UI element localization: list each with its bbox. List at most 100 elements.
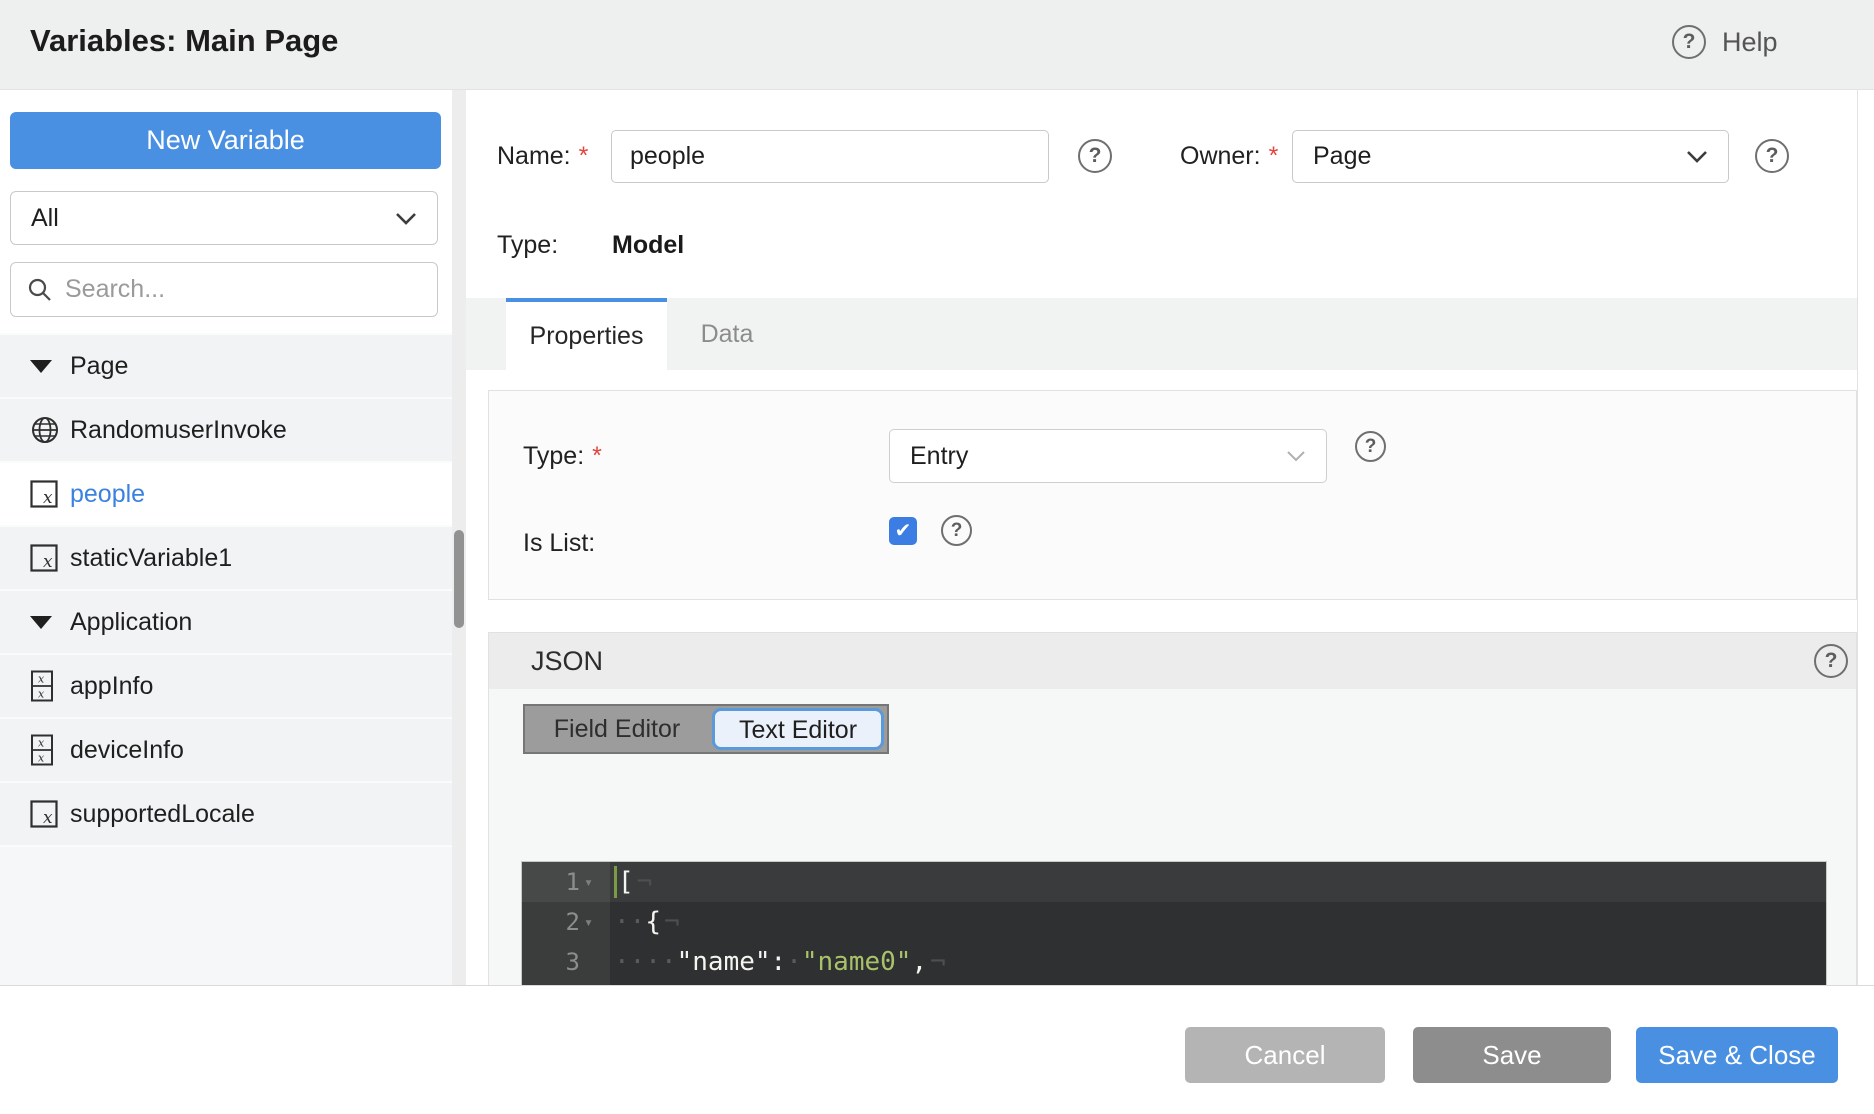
- panel-right-border: [1857, 90, 1858, 985]
- owner-dropdown[interactable]: Page: [1292, 130, 1729, 183]
- dialog-footer: Cancel Save Save & Close: [0, 985, 1874, 1114]
- code-line-1[interactable]: 1▾ [¬: [522, 862, 1826, 902]
- tab-bar: Properties Data: [466, 298, 1857, 370]
- owner-help-icon[interactable]: ?: [1755, 139, 1789, 173]
- line-end-marker: ¬: [930, 947, 946, 977]
- svg-text:x: x: [43, 808, 53, 828]
- chevron-down-icon: [395, 212, 417, 225]
- sidebar-scrollbar-thumb[interactable]: [454, 530, 464, 628]
- tab-properties[interactable]: Properties: [506, 298, 667, 370]
- code-line-2[interactable]: 2▾ ··{¬: [522, 902, 1826, 942]
- sidebar-item-staticVariable1[interactable]: x staticVariable1: [0, 527, 452, 591]
- required-asterisk: *: [1269, 142, 1279, 170]
- line-end-marker: ¬: [664, 907, 680, 937]
- owner-label: Owner:*: [1180, 142, 1278, 171]
- search-box[interactable]: [10, 262, 438, 317]
- save-and-close-button[interactable]: Save & Close: [1636, 1027, 1838, 1083]
- entry-type-value: Entry: [910, 442, 1286, 471]
- properties-panel: Type:* Entry ? Is List: ✔ ?: [488, 390, 1857, 600]
- sidebar-scrollbar-track[interactable]: [452, 90, 466, 985]
- help-label: Help: [1722, 27, 1778, 58]
- variable-icon: x: [30, 480, 58, 508]
- sidebar-item-Page[interactable]: Page: [0, 335, 452, 399]
- is-list-checkbox[interactable]: ✔: [889, 517, 917, 545]
- is-list-help-icon[interactable]: ?: [941, 515, 972, 546]
- code-line-3[interactable]: 3 ····"name":·"name0",¬: [522, 942, 1826, 982]
- variable-icon: x: [30, 544, 58, 572]
- required-asterisk: *: [579, 142, 589, 170]
- check-icon: ✔: [895, 521, 912, 541]
- code-line-content: ··{¬: [610, 902, 1826, 942]
- is-list-label: Is List:: [523, 529, 595, 558]
- fold-caret-icon[interactable]: ▾: [584, 913, 604, 931]
- json-section-header: JSON ?: [489, 633, 1856, 689]
- variables-list: PageRandomuserInvokexpeoplexstaticVariab…: [0, 333, 452, 985]
- svg-text:x: x: [38, 737, 45, 750]
- object-icon: xx: [30, 734, 54, 766]
- tab-data[interactable]: Data: [667, 298, 787, 370]
- json-title: JSON: [531, 646, 603, 677]
- sidebar-item-deviceInfo[interactable]: xxdeviceInfo: [0, 719, 452, 783]
- sidebar-item-appInfo[interactable]: xx appInfo: [0, 655, 452, 719]
- line-end-marker: ¬: [637, 867, 653, 897]
- name-label: Name:*: [497, 142, 588, 171]
- required-asterisk: *: [592, 442, 602, 470]
- variable-icon: x: [30, 800, 58, 828]
- filter-value: All: [31, 204, 395, 233]
- new-variable-button[interactable]: New Variable: [10, 112, 441, 169]
- sidebar-item-label: RandomuserInvoke: [70, 416, 287, 445]
- svg-text:x: x: [38, 688, 45, 701]
- svg-text:x: x: [38, 752, 45, 765]
- dialog-header: Variables: Main Page ? Help: [0, 0, 1874, 90]
- json-help-icon[interactable]: ?: [1814, 644, 1848, 678]
- line-number: 2: [522, 908, 580, 936]
- chevron-down-icon: [1286, 450, 1306, 462]
- owner-value: Page: [1313, 142, 1686, 171]
- type-label: Type:: [497, 231, 558, 260]
- sidebar-item-people[interactable]: xpeople: [0, 463, 452, 527]
- type-value: Model: [612, 231, 684, 260]
- sidebar-item-label: appInfo: [70, 672, 153, 701]
- sidebar-item-label: supportedLocale: [70, 800, 255, 829]
- name-help-icon[interactable]: ?: [1078, 139, 1112, 173]
- svg-text:x: x: [43, 552, 53, 572]
- field-editor-toggle[interactable]: Field Editor: [525, 715, 709, 744]
- fold-caret-icon[interactable]: ▾: [584, 873, 604, 891]
- variable-detail-panel: Name:* ? Owner:* Page ? Type: Model Prop…: [466, 90, 1857, 985]
- editor-mode-toggle: Field Editor Text Editor: [523, 704, 889, 754]
- code-line-content: [¬: [610, 862, 1826, 902]
- sidebar-item-label: Page: [70, 352, 128, 381]
- line-number: 1: [522, 868, 580, 896]
- sidebar-item-label: people: [70, 480, 145, 509]
- caret-down-icon: [30, 616, 52, 629]
- sidebar-item-Application[interactable]: Application: [0, 591, 452, 655]
- help-button[interactable]: ? Help: [1672, 25, 1778, 59]
- sidebar-item-label: Application: [70, 608, 192, 637]
- sidebar-item-label: staticVariable1: [70, 544, 232, 573]
- json-code-editor[interactable]: 1▾[¬2▾··{¬3····"name":·"name0",¬4····"da…: [521, 861, 1827, 985]
- json-section: JSON ? Field Editor Text Editor 1▾ [¬ 2▾ ··…: [488, 632, 1857, 985]
- name-input[interactable]: [611, 130, 1049, 183]
- filter-dropdown[interactable]: All: [10, 191, 438, 245]
- entry-type-label: Type:*: [523, 442, 602, 471]
- svg-text:x: x: [38, 673, 45, 686]
- globe-icon: [30, 415, 60, 445]
- text-editor-toggle[interactable]: Text Editor: [712, 708, 884, 750]
- svg-text:x: x: [43, 488, 53, 508]
- sidebar-item-supportedLocale[interactable]: x supportedLocale: [0, 783, 452, 847]
- entry-type-help-icon[interactable]: ?: [1355, 431, 1386, 462]
- variables-sidebar: New Variable All PageRandomuserInvokexpe…: [0, 90, 452, 985]
- save-button[interactable]: Save: [1413, 1027, 1611, 1083]
- chevron-down-icon: [1686, 150, 1708, 163]
- caret-down-icon: [30, 360, 52, 373]
- entry-type-dropdown[interactable]: Entry: [889, 429, 1327, 483]
- object-icon: xx: [30, 670, 54, 702]
- page-title: Variables: Main Page: [30, 23, 338, 59]
- line-number: 3: [522, 948, 580, 976]
- text-cursor: [614, 866, 617, 898]
- search-input[interactable]: [65, 275, 395, 304]
- sidebar-item-RandomuserInvoke[interactable]: RandomuserInvoke: [0, 399, 452, 463]
- code-line-content: ····"name":·"name0",¬: [610, 942, 1826, 982]
- cancel-button[interactable]: Cancel: [1185, 1027, 1385, 1083]
- help-icon[interactable]: ?: [1672, 25, 1706, 59]
